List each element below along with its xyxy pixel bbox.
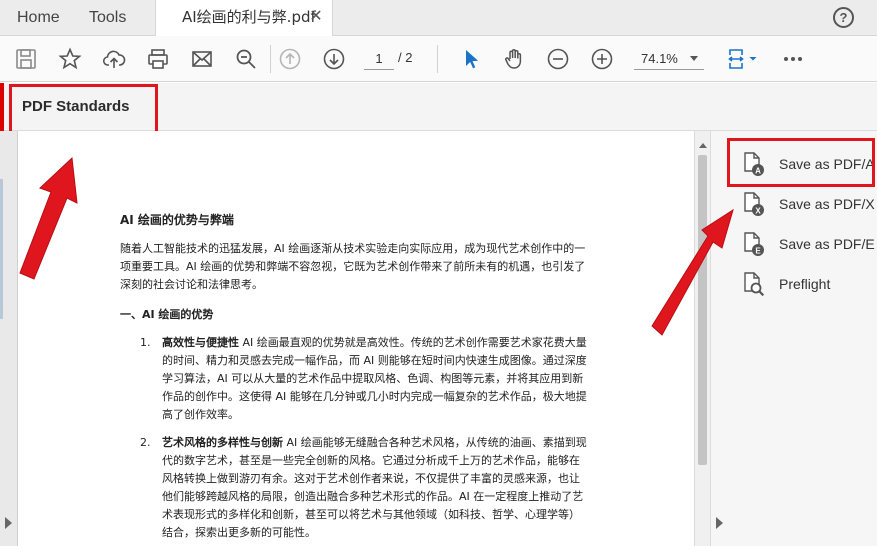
document-tab-title: AI绘画的利与弊.pdf [182,8,316,26]
save-as-pdf-e-item[interactable]: E Save as PDF/E [741,231,877,257]
mail-icon[interactable] [187,44,217,74]
close-tab-icon[interactable]: ✕ [308,9,324,25]
chevron-down-icon [690,56,698,61]
list-item-number: 2. [140,436,151,449]
nav-marker [0,179,3,319]
tab-home[interactable]: Home [17,0,60,35]
collapse-right-pane-icon[interactable] [716,517,723,529]
tool-accent-strip [0,83,4,131]
right-tools-pane: A Save as PDF/A X Save as PDF/X E Save a… [710,131,877,546]
preflight-item[interactable]: Preflight [741,271,877,297]
document-tab[interactable]: AI绘画的利与弊.pdf ✕ [155,0,333,36]
list-item-text: AI 绘画能够无缝融合各种艺术风格，从传统的油画、素描到现代的数字艺术，甚至是一… [162,436,587,539]
save-as-pdf-x-item[interactable]: X Save as PDF/X [741,191,877,217]
help-icon[interactable]: ? [833,7,854,28]
zoom-value: 74.1% [641,51,678,66]
svg-text:E: E [755,247,761,256]
svg-text:X: X [755,207,761,216]
zoom-select[interactable]: 74.1% [634,48,704,70]
pdf-e-icon: E [744,232,764,256]
save-icon[interactable] [11,44,41,74]
fit-width-icon[interactable] [722,44,762,74]
list-item: 2. 艺术风格的多样性与创新 AI 绘画能够无缝融合各种艺术风格，从传统的油画、素… [140,434,590,542]
next-page-icon[interactable] [319,44,349,74]
zoom-out-icon[interactable] [543,44,573,74]
page-number-input[interactable] [364,48,394,70]
list-item-title: 艺术风格的多样性与创新 [162,436,283,449]
expand-left-pane-icon[interactable] [5,517,12,529]
star-icon[interactable] [55,44,85,74]
page-total: / 2 [398,50,413,65]
search-zoom-icon[interactable] [231,44,261,74]
pdf-x-icon: X [744,192,764,216]
document-list: 1. 高效性与便捷性 AI 绘画最直观的优势就是高效性。传统的艺术创作需要艺术家花… [140,334,590,542]
document-page: AI 绘画的优势与弊端 随着人工智能技术的迅猛发展，AI 绘画逐渐从技术实验走向… [120,211,590,546]
print-icon[interactable] [143,44,173,74]
tab-tools[interactable]: Tools [89,0,126,35]
list-item: 1. 高效性与便捷性 AI 绘画最直观的优势就是高效性。传统的艺术创作需要艺术家花… [140,334,590,424]
document-intro: 随着人工智能技术的迅猛发展，AI 绘画逐渐从技术实验走向实际应用，成为现代艺术创… [120,242,586,291]
highlight-box-pdfa [727,138,875,187]
save-as-pdf-x-label: Save as PDF/X [779,196,875,212]
select-arrow-icon[interactable] [456,44,486,74]
main-toolbar: / 2 74.1% [0,36,877,82]
toolbar-separator [270,45,271,73]
highlight-box-title [9,84,158,135]
acrobat-window: Home Tools AI绘画的利与弊.pdf ✕ ? 1 / 2 74.1% … [0,0,877,546]
upload-icon[interactable] [99,44,129,74]
vertical-scrollbar[interactable] [694,131,710,546]
scroll-up-icon[interactable] [699,143,707,148]
prev-page-icon[interactable] [275,44,305,74]
tab-bar: Home Tools AI绘画的利与弊.pdf ✕ ? [0,0,877,36]
hand-icon[interactable] [499,44,529,74]
document-view[interactable]: AI 绘画的优势与弊端 随着人工智能技术的迅猛发展，AI 绘画逐渐从技术实验走向… [18,131,694,546]
save-as-pdf-e-label: Save as PDF/E [779,236,875,252]
more-icon[interactable] [778,44,808,74]
document-section-heading: 一、AI 绘画的优势 [120,308,214,321]
list-item-title: 高效性与便捷性 [162,336,239,349]
left-nav-strip [0,131,18,546]
scroll-thumb[interactable] [698,155,707,465]
list-item-number: 1. [140,336,151,349]
zoom-in-icon[interactable] [587,44,617,74]
preflight-icon [744,272,765,297]
toolbar-separator [437,45,438,73]
document-heading: AI 绘画的优势与弊端 [120,213,234,227]
preflight-label: Preflight [779,276,831,292]
